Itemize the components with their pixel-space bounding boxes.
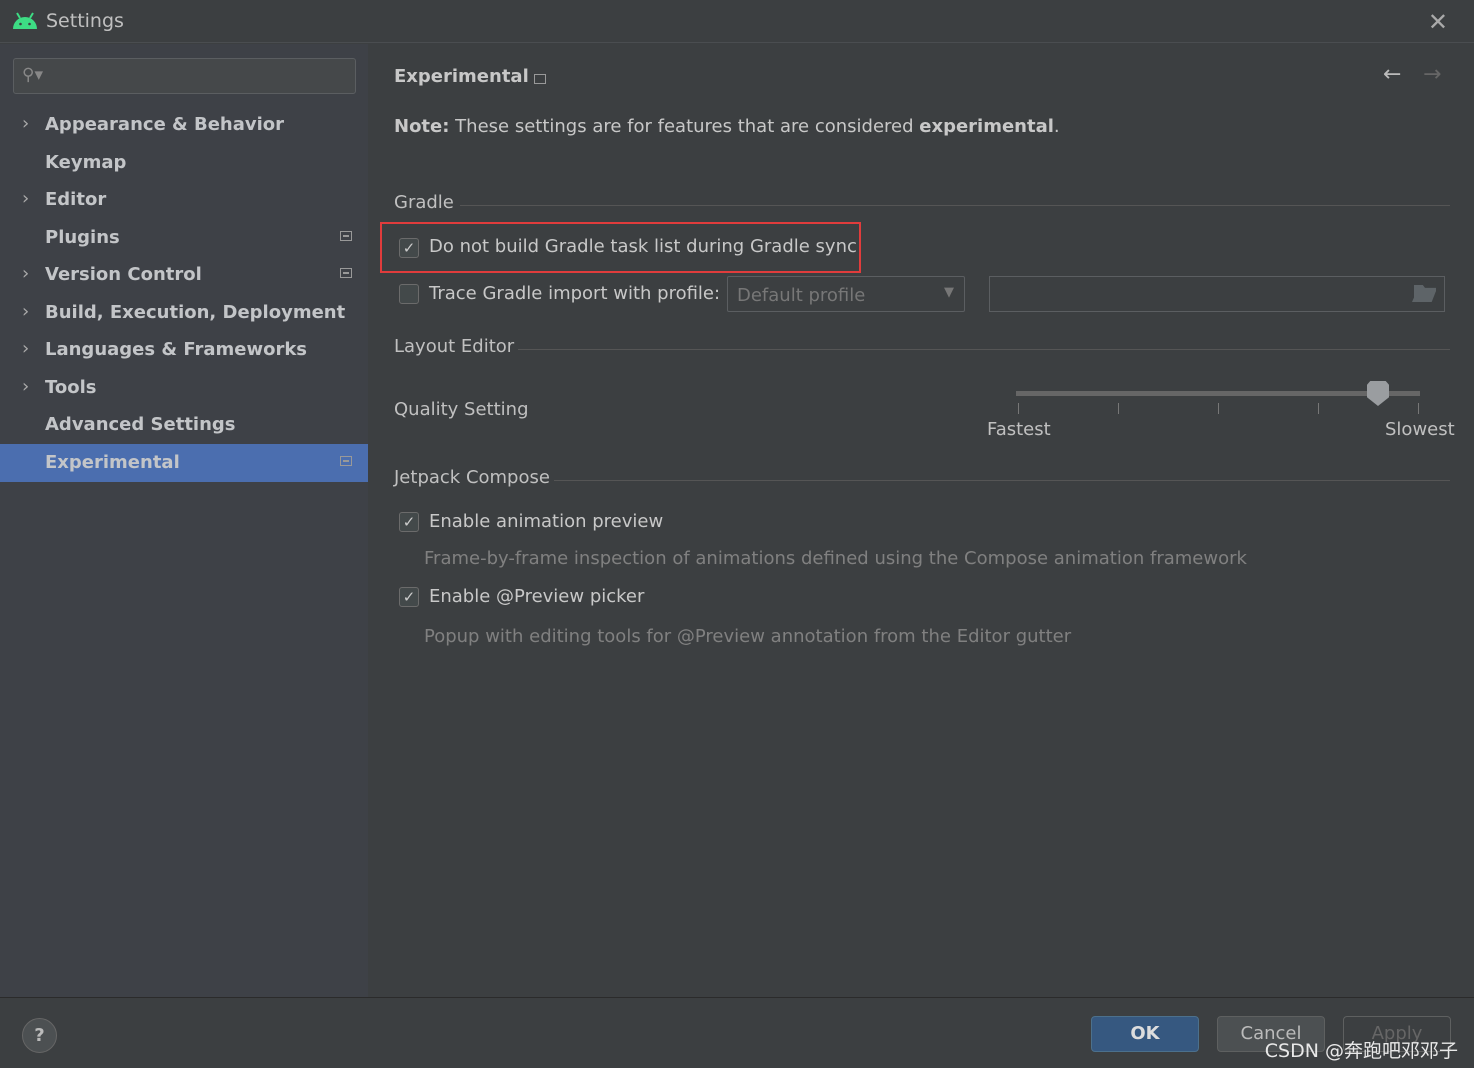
project-badge-icon	[340, 455, 352, 466]
profile-dropdown[interactable]: Default profile ▼	[727, 276, 965, 312]
project-badge-icon	[340, 268, 352, 278]
sidebar-item-plugins[interactable]: Plugins	[0, 219, 368, 257]
search-input[interactable]: ⚲▾	[13, 58, 356, 94]
animation-preview-hint: Frame-by-frame inspection of animations …	[424, 548, 1247, 569]
no-task-list-label: Do not build Gradle task list during Gra…	[429, 236, 857, 257]
slider-tick	[1218, 403, 1219, 414]
preview-picker-checkbox[interactable]: ✓	[399, 587, 419, 607]
quality-slider[interactable]	[1016, 381, 1420, 427]
chevron-right-icon[interactable]: ›	[22, 338, 29, 359]
sidebar-item-label: Editor	[45, 189, 107, 210]
sidebar-item-keymap[interactable]: Keymap	[0, 144, 368, 182]
slider-tick	[1018, 403, 1019, 414]
sidebar-item-label: Keymap	[45, 151, 127, 173]
chevron-right-icon[interactable]: ›	[22, 301, 29, 322]
note-label: Note:	[394, 116, 450, 137]
window-title: Settings	[46, 10, 124, 32]
sidebar-item-tools[interactable]: › Tools	[0, 369, 368, 407]
trace-profile-label: Trace Gradle import with profile:	[429, 283, 721, 304]
slider-tick	[1418, 403, 1419, 414]
back-arrow-icon[interactable]: ←	[1383, 62, 1401, 87]
sidebar-item-version-control[interactable]: › Version Control	[0, 256, 368, 294]
chevron-right-icon[interactable]: ›	[22, 263, 29, 284]
sidebar-item-label: Appearance & Behavior	[45, 114, 285, 135]
forward-arrow-icon[interactable]: →	[1423, 62, 1441, 87]
chevron-right-icon[interactable]: ›	[22, 376, 29, 397]
preview-picker-hint: Popup with editing tools for @Preview an…	[424, 626, 1072, 647]
slowest-label: Slowest	[1385, 419, 1455, 440]
help-button[interactable]: ?	[22, 1018, 57, 1053]
sidebar-item-label: Plugins	[45, 226, 120, 248]
search-icon: ⚲▾	[22, 65, 43, 85]
animation-preview-checkbox[interactable]: ✓	[399, 512, 419, 532]
ok-button[interactable]: OK	[1091, 1016, 1199, 1052]
settings-panel: Experimental ← → Note: These settings ar…	[368, 44, 1474, 997]
slider-tick	[1318, 403, 1319, 414]
section-title: Gradle	[394, 192, 454, 213]
sidebar-item-appearance-behavior[interactable]: › Appearance & Behavior	[0, 106, 368, 144]
section-title: Layout Editor	[394, 336, 515, 357]
footer: ? OK Cancel Apply CSDN @奔跑吧邓邓子	[0, 997, 1474, 1068]
project-badge-icon	[340, 230, 352, 241]
section-gradle: Gradle	[394, 192, 1450, 213]
slider-thumb[interactable]	[1367, 381, 1389, 406]
sidebar-item-label: Advanced Settings	[45, 414, 236, 435]
note-body: These settings are for features that are…	[449, 116, 920, 137]
page-title: Experimental	[394, 66, 529, 87]
sidebar-item-build-execution-deployment[interactable]: › Build, Execution, Deployment	[0, 294, 368, 332]
chevron-down-icon: ▼	[944, 285, 954, 300]
quality-setting-label: Quality Setting	[394, 399, 529, 420]
animation-preview-label: Enable animation preview	[429, 511, 664, 532]
section-jetpack-compose: Jetpack Compose	[394, 467, 1450, 488]
sidebar-item-label: Languages & Frameworks	[45, 339, 308, 360]
sidebar-item-languages-frameworks[interactable]: › Languages & Frameworks	[0, 331, 368, 369]
sidebar-item-label: Version Control	[45, 264, 202, 285]
profile-value: Default profile	[737, 285, 866, 306]
sidebar-item-advanced-settings[interactable]: Advanced Settings	[0, 406, 368, 444]
slider-tick	[1118, 403, 1119, 414]
project-badge-icon	[534, 74, 546, 84]
sidebar-item-editor[interactable]: › Editor	[0, 181, 368, 219]
close-icon[interactable]: ✕	[1428, 8, 1448, 36]
note-text: Note: These settings are for features th…	[394, 116, 1060, 137]
fastest-label: Fastest	[987, 419, 1051, 440]
no-task-list-checkbox[interactable]: ✓	[399, 238, 419, 258]
trace-profile-checkbox[interactable]	[399, 284, 419, 304]
profile-path-input[interactable]	[989, 276, 1445, 312]
watermark: CSDN @奔跑吧邓邓子	[1264, 1040, 1458, 1062]
sidebar-item-label: Build, Execution, Deployment	[45, 301, 346, 323]
chevron-right-icon[interactable]: ›	[22, 188, 29, 209]
section-layout-editor: Layout Editor	[394, 336, 1450, 357]
sidebar-item-label: Tools	[45, 376, 97, 398]
title-bar: Settings ✕	[0, 0, 1474, 43]
sidebar: ⚲▾ › Appearance & Behavior Keymap › Editor Pl…	[0, 44, 368, 997]
note-end: .	[1053, 116, 1060, 137]
note-emphasis: experimental	[919, 116, 1054, 137]
preview-picker-label: Enable @Preview picker	[429, 586, 645, 607]
sidebar-item-label: Experimental	[45, 451, 180, 473]
android-icon	[13, 12, 37, 29]
section-title: Jetpack Compose	[394, 467, 550, 488]
chevron-right-icon[interactable]: ›	[22, 113, 29, 134]
sidebar-item-experimental[interactable]: Experimental	[0, 443, 368, 482]
